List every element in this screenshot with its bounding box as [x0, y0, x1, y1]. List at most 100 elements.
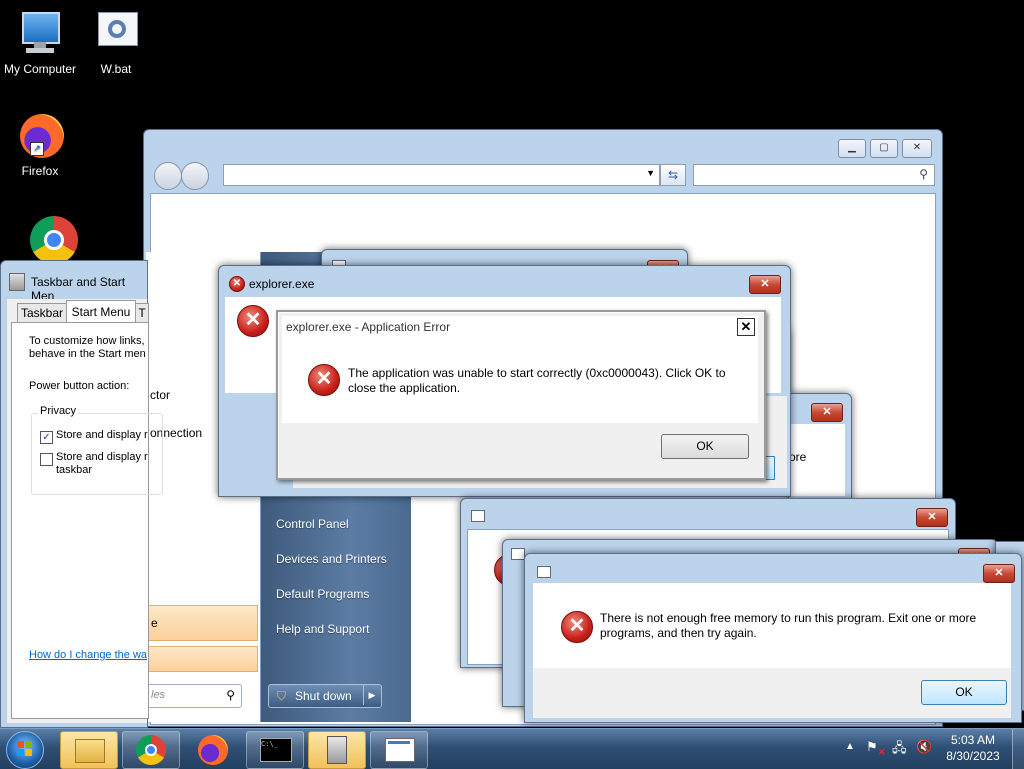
close-button[interactable]: ✕	[983, 564, 1015, 583]
start-menu-item-label: e	[151, 616, 158, 630]
taskbar-firefox-button[interactable]	[184, 731, 242, 769]
help-link[interactable]: How do I change the wa	[29, 649, 147, 661]
taskbar-properties-window[interactable]: Taskbar and Start Men Taskbar Start Menu…	[0, 260, 163, 728]
shield-icon: ⛉	[277, 689, 287, 703]
memory-error-dialog[interactable]: ✕ ✕ There is not enough free memory to r…	[524, 553, 1022, 723]
clock-date: 8/30/2023	[946, 749, 1000, 763]
checkbox-store-recent-programs[interactable]: ✓	[40, 431, 53, 444]
error-icon: ✕	[237, 305, 269, 337]
search-icon: ⚲	[919, 167, 928, 181]
desktop-icon-label: Firefox	[21, 164, 59, 178]
description-text: behave in the Start men	[29, 348, 146, 360]
dialog-text-fragment: ore	[789, 450, 807, 464]
taskbar-explorer-button[interactable]	[60, 731, 118, 769]
start-menu-item-help-support[interactable]: Help and Support	[276, 622, 369, 636]
start-menu-highlight-item[interactable]: e	[146, 605, 258, 641]
privacy-label: Privacy	[38, 405, 79, 417]
application-error-dialog[interactable]: explorer.exe - Application Error ✕ ✕ The…	[276, 310, 766, 480]
address-bar[interactable]: ▼	[223, 164, 660, 186]
taskbar-properties-button[interactable]	[308, 731, 366, 769]
background-dialog[interactable]: ✕ ore	[788, 393, 852, 501]
checkbox-label: Store and display r	[56, 429, 148, 441]
taskbar-chrome-button[interactable]	[122, 731, 180, 769]
maximize-button[interactable]: ▢	[870, 139, 898, 158]
command-prompt-icon: C:\_	[260, 738, 292, 762]
start-menu-item-control-panel[interactable]: Control Panel	[276, 517, 349, 531]
dialog-body: ore	[789, 424, 845, 496]
desktop-icon-label: W.bat	[100, 62, 132, 76]
refresh-icon[interactable]: ⇆	[660, 164, 686, 186]
desktop-icon-label: My Computer	[3, 62, 77, 76]
start-menu-item-default-programs[interactable]: Default Programs	[276, 587, 369, 601]
error-message-line: There is not enough free memory to run t…	[600, 611, 977, 625]
taskbar-properties-icon	[327, 736, 347, 764]
dialog-titlebar: explorer.exe - Application Error ✕	[282, 316, 758, 338]
computer-icon	[16, 10, 64, 58]
tab-panel: To customize how links, behave in the St…	[11, 322, 163, 719]
power-button-label: Power button action:	[29, 380, 130, 392]
tab-toolbars[interactable]: T	[135, 303, 149, 323]
close-button[interactable]: ✕	[902, 139, 932, 158]
tab-taskbar[interactable]: Taskbar	[17, 303, 67, 323]
checkbox-label: taskbar	[56, 464, 93, 476]
minimize-button[interactable]: ▁	[838, 139, 866, 158]
taskbar-properties-icon	[9, 273, 25, 291]
desktop-icon-w-bat[interactable]: W.bat	[76, 10, 156, 76]
dialog-body: ✕ There is not enough free memory to run…	[533, 583, 1011, 668]
close-button[interactable]: ✕	[916, 508, 948, 527]
error-icon: ✕	[561, 611, 593, 643]
description-text: To customize how links,	[29, 335, 145, 347]
taskbar-properties-body: Taskbar Start Menu T To customize how li…	[7, 299, 163, 723]
error-icon: ✕	[229, 276, 245, 292]
folder-icon	[75, 739, 105, 763]
firefox-icon	[198, 735, 228, 765]
dialog-body: ✕ The application was unable to start co…	[282, 338, 758, 423]
error-message-line: The application was unable to start corr…	[348, 366, 726, 380]
ok-button[interactable]: OK	[921, 680, 1007, 705]
privacy-groupbox: Privacy ✓ Store and display r Store and …	[31, 405, 163, 495]
start-button[interactable]	[6, 731, 44, 769]
close-button[interactable]: ✕	[811, 403, 843, 422]
tab-start-menu[interactable]: Start Menu	[66, 300, 136, 323]
show-desktop-button[interactable]	[1012, 729, 1024, 769]
search-input[interactable]: ⚲	[693, 164, 935, 186]
dialog-title: explorer.exe - Application Error	[286, 320, 451, 334]
desktop-icon-chrome[interactable]	[0, 214, 80, 266]
chevron-down-icon[interactable]: ▼	[646, 168, 655, 178]
ok-button[interactable]: OK	[661, 434, 749, 459]
start-search-input[interactable]: les ⚲	[146, 684, 242, 708]
error-badge-icon: ✕	[878, 747, 886, 757]
clock[interactable]: 5:03 AM 8/30/2023	[940, 733, 1006, 763]
start-menu-item-devices-printers[interactable]: Devices and Printers	[276, 552, 387, 566]
chrome-icon	[16, 214, 78, 264]
start-menu-item[interactable]: ctor	[150, 388, 170, 402]
search-icon: ⚲	[226, 688, 235, 702]
desktop-icon-my-computer[interactable]: My Computer	[0, 10, 80, 76]
checkbox-label: Store and display r	[56, 451, 148, 463]
window-icon	[471, 510, 485, 522]
window-icon	[511, 548, 525, 560]
taskbar: C:\_ ▲ ⚑ ✕ 🖧 🔇 5:03 AM 8/30/2023	[0, 728, 1024, 769]
back-button[interactable]	[154, 162, 182, 190]
taskbar-dialog-button[interactable]	[370, 731, 428, 769]
desktop-icon-firefox[interactable]: ↗ Firefox	[0, 112, 80, 178]
close-button[interactable]: ✕	[749, 275, 781, 294]
show-hidden-icons-icon[interactable]: ▲	[845, 741, 855, 752]
taskbar-cmd-button[interactable]: C:\_	[246, 731, 304, 769]
close-button[interactable]: ✕	[737, 318, 755, 336]
error-icon: ✕	[308, 364, 340, 396]
shutdown-options-arrow-icon[interactable]: ▶	[363, 685, 380, 705]
dialog-footer: OK	[533, 668, 1011, 718]
checkbox-store-recent-items[interactable]	[40, 453, 53, 466]
error-message-line: programs, and then try again.	[600, 626, 757, 640]
network-icon[interactable]: 🖧	[892, 739, 907, 761]
start-search-placeholder: les	[151, 689, 166, 701]
batch-file-icon	[92, 10, 140, 58]
forward-button[interactable]	[181, 162, 209, 190]
start-menu-highlight-item[interactable]	[146, 646, 258, 672]
error-message-line: close the application.	[348, 381, 461, 395]
window-icon	[385, 738, 415, 762]
dialog-title: explorer.exe	[249, 277, 315, 291]
volume-muted-icon[interactable]: 🔇	[916, 739, 932, 755]
shut-down-button[interactable]: ⛉ Shut down ▶	[268, 684, 382, 708]
